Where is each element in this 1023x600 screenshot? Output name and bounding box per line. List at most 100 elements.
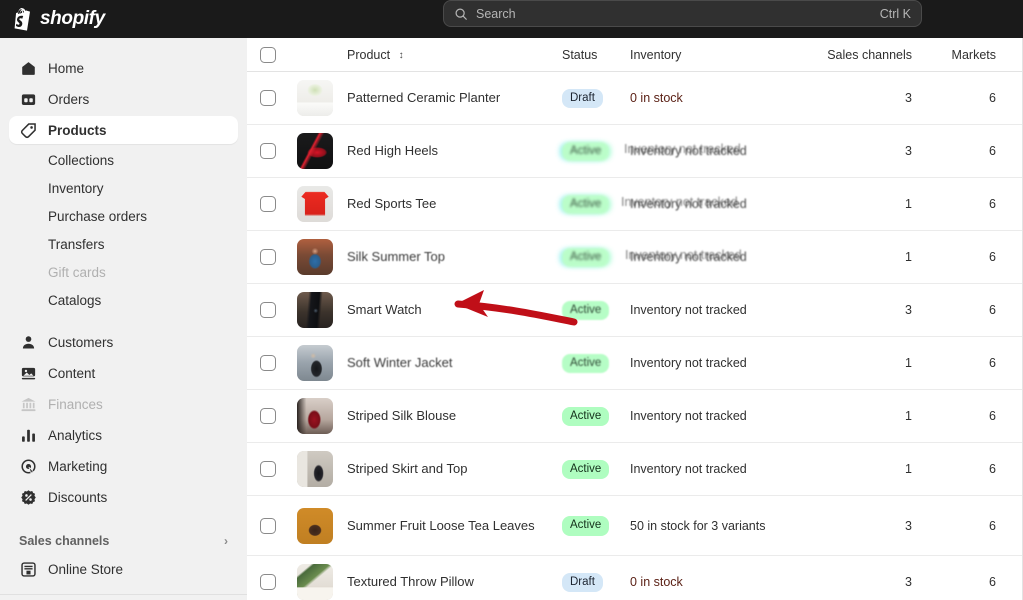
row-markets-cell: 6 bbox=[989, 250, 996, 264]
top-bar: shopify Search Ctrl K bbox=[0, 0, 1023, 38]
sidebar-item-label: Catalogs bbox=[48, 293, 102, 308]
sidebar-item-products[interactable]: Products bbox=[9, 116, 238, 144]
search-icon bbox=[454, 7, 468, 21]
sidebar-item-label: Orders bbox=[48, 91, 90, 107]
row-status-cell: Active bbox=[562, 515, 630, 536]
product-name: Patterned Ceramic Planter bbox=[347, 90, 501, 105]
table-row[interactable]: Striped Skirt and Top Active Inventory n… bbox=[247, 443, 1023, 496]
status-badge: Draft bbox=[562, 572, 603, 593]
select-all-checkbox[interactable] bbox=[260, 46, 276, 63]
row-product-name-cell[interactable]: Red High Heels bbox=[347, 142, 562, 160]
row-markets-cell: 6 bbox=[989, 144, 996, 158]
column-header-inventory: Inventory bbox=[630, 47, 682, 62]
table-row[interactable]: Smart Watch Active Inventory not tracked… bbox=[247, 284, 1023, 337]
sidebar-item-analytics[interactable]: Analytics bbox=[9, 421, 238, 449]
row-checkbox-cell bbox=[247, 249, 289, 265]
row-sales-channels-cell: 3 bbox=[905, 303, 912, 317]
row-checkbox[interactable] bbox=[260, 196, 276, 212]
row-product-name-cell[interactable]: Patterned Ceramic Planter bbox=[347, 89, 562, 107]
row-product-name-cell[interactable]: Soft Winter Jacket bbox=[347, 354, 562, 372]
sidebar-item-label: Gift cards bbox=[48, 265, 106, 280]
row-checkbox[interactable] bbox=[260, 574, 276, 590]
row-checkbox[interactable] bbox=[260, 408, 276, 424]
row-checkbox[interactable] bbox=[260, 143, 276, 159]
shopify-admin-window: shopify Search Ctrl K Home Orders Produc… bbox=[0, 0, 1023, 600]
row-checkbox[interactable] bbox=[260, 249, 276, 265]
sidebar-item-purchase-orders[interactable]: Purchase orders bbox=[9, 203, 238, 230]
row-inventory-cell: Inventory not tracked Inventory not trac… bbox=[625, 248, 810, 266]
sidebar-item-orders[interactable]: Orders bbox=[9, 85, 238, 113]
table-row[interactable]: Summer Fruit Loose Tea Leaves Active 50 … bbox=[247, 496, 1023, 556]
inventory-text: 0 in stock bbox=[630, 575, 683, 589]
sidebar-item-online-store[interactable]: Online Store bbox=[9, 555, 238, 583]
sidebar-item-finances[interactable]: Finances bbox=[9, 390, 238, 418]
sidebar-item-label: Collections bbox=[48, 153, 115, 168]
column-header-status: Status bbox=[562, 47, 598, 62]
row-markets-cell: 6 bbox=[989, 575, 996, 589]
row-markets-cell: 6 bbox=[989, 356, 996, 370]
table-row[interactable]: Soft Winter Jacket Active Inventory not … bbox=[247, 337, 1023, 390]
table-row[interactable]: Red High Heels Active Inventory not trac… bbox=[247, 125, 1023, 178]
home-icon bbox=[19, 59, 37, 77]
sidebar-item-content[interactable]: Content bbox=[9, 359, 238, 387]
sidebar-item-inventory[interactable]: Inventory bbox=[9, 175, 238, 202]
row-sales-channels-cell: 3 bbox=[905, 575, 912, 589]
sidebar-item-transfers[interactable]: Transfers bbox=[9, 231, 238, 258]
column-header-product[interactable]: Product ↕ bbox=[347, 48, 562, 62]
row-inventory-cell: Inventory not tracked Inventory not trac… bbox=[624, 142, 810, 160]
row-sales-channels-cell: 1 bbox=[905, 462, 912, 476]
table-row[interactable]: Patterned Ceramic Planter Draft 0 in sto… bbox=[247, 72, 1023, 125]
sidebar-item-discounts[interactable]: Discounts bbox=[9, 483, 238, 511]
sidebar-item-label: Transfers bbox=[48, 237, 105, 252]
inventory-text: Inventory not tracked bbox=[630, 144, 747, 158]
row-product-name-cell[interactable]: Smart Watch bbox=[347, 301, 562, 319]
row-checkbox[interactable] bbox=[260, 355, 276, 371]
row-product-name-cell[interactable]: Summer Fruit Loose Tea Leaves bbox=[347, 517, 562, 535]
chevron-right-icon[interactable]: › bbox=[224, 534, 228, 548]
row-checkbox[interactable] bbox=[260, 461, 276, 477]
search-bar[interactable]: Search Ctrl K bbox=[443, 0, 922, 27]
row-sales-channels-cell: 3 bbox=[905, 518, 912, 533]
row-product-name-cell[interactable]: Red Sports Tee bbox=[347, 195, 562, 213]
row-inventory-cell: Inventory not tracked bbox=[630, 301, 810, 319]
product-thumbnail bbox=[297, 80, 333, 116]
row-checkbox[interactable] bbox=[260, 517, 276, 534]
sidebar-item-label: Content bbox=[48, 365, 96, 381]
row-thumbnail-cell bbox=[289, 345, 347, 381]
image-icon bbox=[19, 364, 37, 382]
row-product-name-cell[interactable]: Striped Silk Blouse bbox=[347, 407, 562, 425]
table-row[interactable]: Striped Silk Blouse Active Inventory not… bbox=[247, 390, 1023, 443]
sidebar-item-label: Products bbox=[48, 122, 107, 138]
sort-arrows-icon[interactable]: ↕ bbox=[399, 50, 404, 61]
sidebar-item-collections[interactable]: Collections bbox=[9, 147, 238, 174]
row-sales-channels-cell: 1 bbox=[905, 409, 912, 423]
sidebar-item-catalogs[interactable]: Catalogs bbox=[9, 287, 238, 314]
shopify-logo[interactable]: shopify bbox=[0, 7, 247, 31]
sidebar-item-label: Online Store bbox=[48, 561, 124, 577]
row-sales-channels-cell: 1 bbox=[905, 356, 912, 370]
sidebar-item-gift-cards[interactable]: Gift cards bbox=[9, 259, 238, 286]
sidebar-item-customers[interactable]: Customers bbox=[9, 328, 238, 356]
sidebar-item-label: Marketing bbox=[48, 458, 108, 474]
row-checkbox-cell bbox=[247, 408, 289, 424]
row-status-cell: Active bbox=[562, 459, 630, 480]
row-product-name-cell[interactable]: Silk Summer Top bbox=[347, 248, 562, 266]
column-header-markets: Markets bbox=[951, 47, 996, 62]
row-checkbox[interactable] bbox=[260, 90, 276, 106]
table-row[interactable]: Red Sports Tee Active Inventory not trac… bbox=[247, 178, 1023, 231]
sidebar-section-sales-channels[interactable]: Sales channels › bbox=[9, 527, 238, 555]
table-row[interactable]: Textured Throw Pillow Draft 0 in stock 3… bbox=[247, 556, 1023, 600]
search-shortcut-hint: Ctrl K bbox=[879, 6, 911, 21]
table-row[interactable]: Silk Summer Top Active Inventory not tra… bbox=[247, 231, 1023, 284]
inventory-text: Inventory not tracked bbox=[630, 250, 747, 264]
inventory-text: Inventory not tracked bbox=[630, 197, 747, 211]
inventory-text: Inventory not tracked bbox=[630, 462, 747, 476]
row-checkbox-cell bbox=[247, 517, 289, 534]
sidebar-item-marketing[interactable]: Marketing bbox=[9, 452, 238, 480]
sidebar-item-label: Customers bbox=[48, 334, 114, 350]
row-checkbox[interactable] bbox=[260, 302, 276, 318]
row-product-name-cell[interactable]: Striped Skirt and Top bbox=[347, 460, 562, 478]
sidebar-item-home[interactable]: Home bbox=[9, 54, 238, 82]
row-product-name-cell[interactable]: Textured Throw Pillow bbox=[347, 573, 562, 591]
